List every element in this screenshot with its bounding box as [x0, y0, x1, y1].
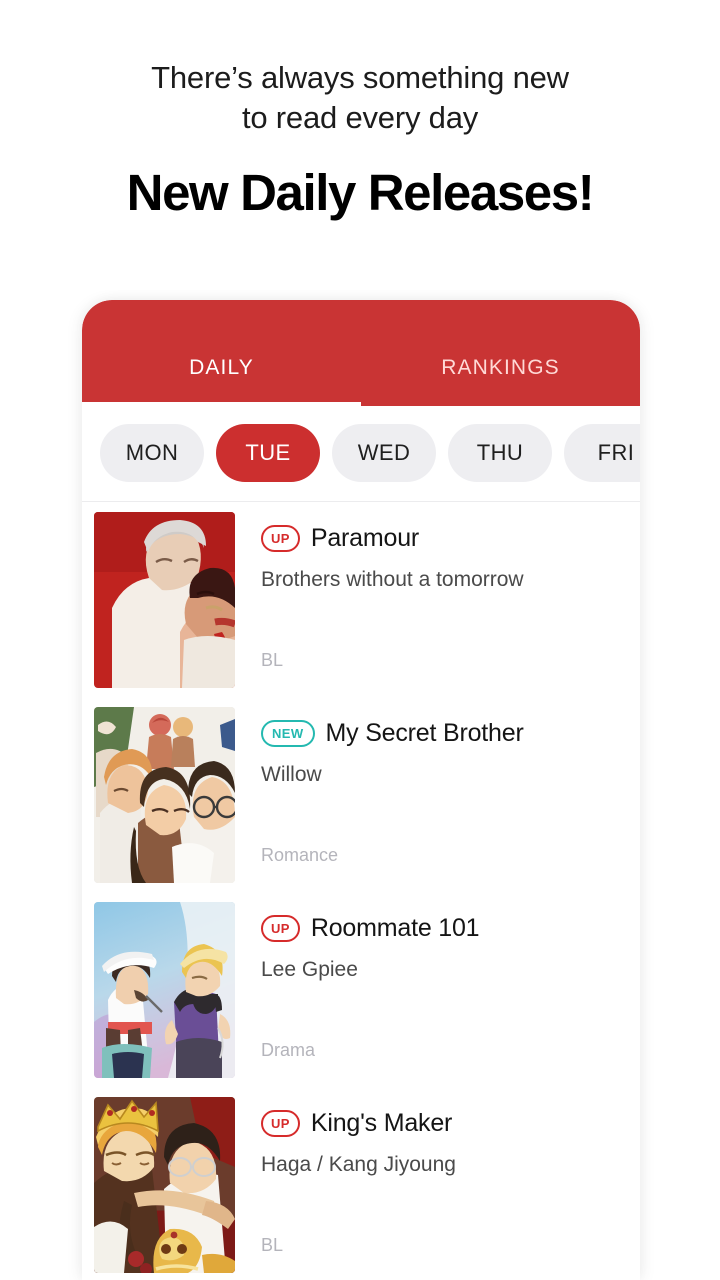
tab-rankings[interactable]: RANKINGS	[361, 300, 640, 406]
list-item[interactable]: UP Roommate 101 Lee Gpiee Drama	[82, 892, 640, 1087]
weekday-chip-tue-label: TUE	[245, 440, 290, 466]
status-badge-up: UP	[261, 915, 300, 942]
list-item-meta: UP King's Maker Haga / Kang Jiyoung BL	[235, 1097, 640, 1272]
status-badge-up: UP	[261, 525, 300, 552]
comic-title: Paramour	[311, 524, 419, 553]
weekday-chip-mon[interactable]: MON	[100, 424, 204, 482]
list-item[interactable]: NEW My Secret Brother Willow Romance	[82, 697, 640, 892]
comic-author: Willow	[261, 763, 640, 787]
tab-daily-label: DAILY	[189, 356, 254, 380]
comic-author: Lee Gpiee	[261, 958, 640, 982]
roommate-101-cover	[94, 902, 235, 1078]
my-secret-brother-cover	[94, 707, 235, 883]
tab-daily[interactable]: DAILY	[82, 300, 361, 406]
list-item-titleline: UP Paramour	[261, 524, 640, 553]
comic-title: King's Maker	[311, 1109, 452, 1138]
list-item-titleline: NEW My Secret Brother	[261, 719, 640, 748]
daily-comic-list: UP Paramour Brothers without a tomorrow …	[82, 502, 640, 1280]
weekday-chip-wed[interactable]: WED	[332, 424, 436, 482]
comic-title: Roommate 101	[311, 914, 480, 943]
comic-genre: Drama	[261, 1040, 315, 1061]
weekday-chip-mon-label: MON	[126, 440, 179, 466]
comic-genre: BL	[261, 650, 283, 671]
tab-list: DAILY RANKINGS	[82, 300, 640, 406]
promo-subtitle-line-2: to read every day	[0, 98, 720, 138]
weekday-chip-list[interactable]: MON TUE WED THU FRI SAT	[100, 424, 640, 482]
list-item-meta: NEW My Secret Brother Willow Romance	[235, 707, 640, 882]
app-tabbar: DAILY RANKINGS	[82, 300, 640, 406]
status-badge-new: NEW	[261, 720, 315, 747]
list-item-titleline: UP King's Maker	[261, 1109, 640, 1138]
weekday-chip-fri[interactable]: FRI	[564, 424, 640, 482]
weekday-chip-wed-label: WED	[358, 440, 411, 466]
paramour-cover	[94, 512, 235, 688]
tab-rankings-label: RANKINGS	[441, 356, 560, 380]
comic-author: Haga / Kang Jiyoung	[261, 1153, 640, 1177]
weekday-chip-thu-label: THU	[477, 440, 523, 466]
list-item[interactable]: UP Paramour Brothers without a tomorrow …	[82, 502, 640, 697]
weekday-chip-tue[interactable]: TUE	[216, 424, 320, 482]
kings-maker-cover	[94, 1097, 235, 1273]
list-item-titleline: UP Roommate 101	[261, 914, 640, 943]
promo-header: There’s always something new to read eve…	[0, 58, 720, 222]
weekday-chip-fri-label: FRI	[598, 440, 635, 466]
weekday-filter-bar: MON TUE WED THU FRI SAT	[82, 406, 640, 502]
promo-title: New Daily Releases!	[0, 164, 720, 222]
comic-title: My Secret Brother	[326, 719, 524, 748]
promo-subtitle: There’s always something new to read eve…	[0, 58, 720, 138]
comic-genre: BL	[261, 1235, 283, 1256]
app-preview-card: DAILY RANKINGS MON TUE WED	[82, 300, 640, 1280]
comic-genre: Romance	[261, 845, 338, 866]
list-item-meta: UP Paramour Brothers without a tomorrow …	[235, 512, 640, 687]
comic-author: Brothers without a tomorrow	[261, 568, 640, 592]
list-item-meta: UP Roommate 101 Lee Gpiee Drama	[235, 902, 640, 1077]
list-item[interactable]: UP King's Maker Haga / Kang Jiyoung BL	[82, 1087, 640, 1280]
promo-screenshot: There’s always something new to read eve…	[0, 0, 720, 1280]
weekday-chip-thu[interactable]: THU	[448, 424, 552, 482]
status-badge-up: UP	[261, 1110, 300, 1137]
promo-subtitle-line-1: There’s always something new	[0, 58, 720, 98]
